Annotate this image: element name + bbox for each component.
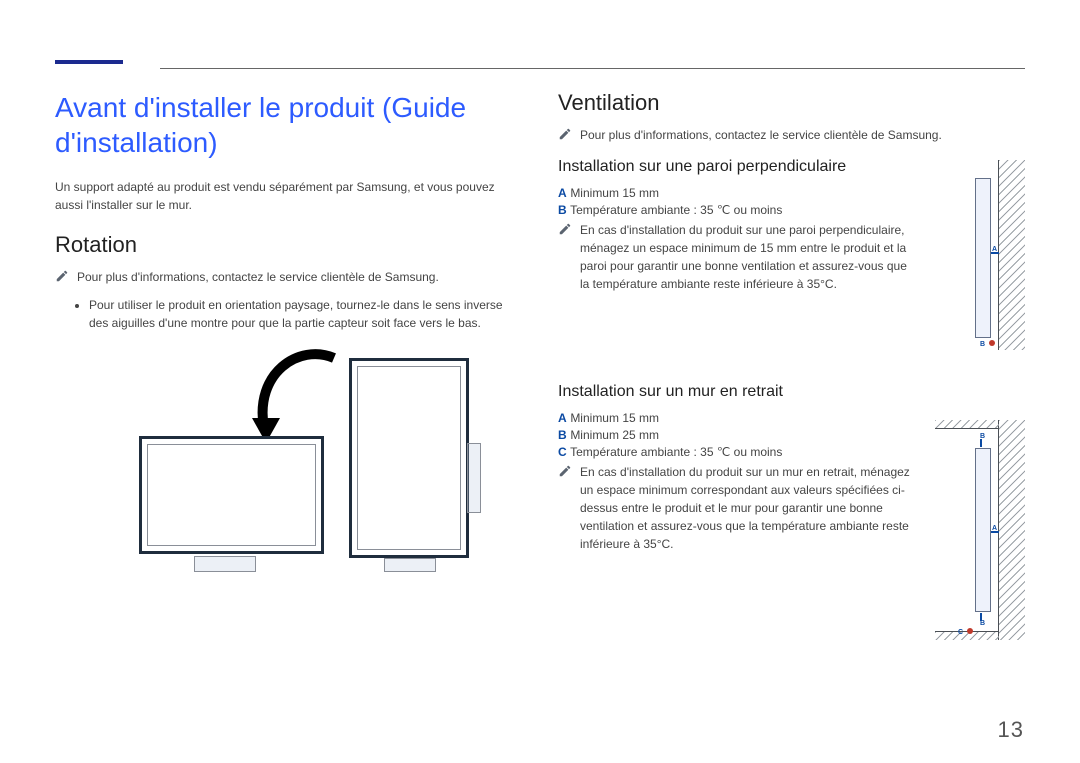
retrait-c-key: C	[558, 445, 567, 459]
page-number: 13	[998, 717, 1024, 743]
perp-note: En cas d'installation du produit sur une…	[558, 221, 918, 293]
monitor-landscape	[139, 436, 324, 554]
perp-row-b: B Température ambiante : 35 ℃ ou moins	[558, 203, 918, 217]
arrow-b-top	[980, 439, 982, 447]
stand-portrait-bottom	[384, 558, 436, 572]
vent-diagram-perp: A B	[935, 160, 1025, 350]
stand-landscape	[194, 556, 256, 572]
retrait-note: En cas d'installation du produit sur un …	[558, 463, 918, 553]
perp-a-key: A	[558, 186, 567, 200]
ventilation-note-text: Pour plus d'informations, contactez le s…	[580, 128, 942, 142]
label-b-bot: B	[980, 620, 985, 627]
rotation-illustration	[109, 348, 469, 573]
arrow-a	[991, 252, 999, 254]
wall-hatch	[998, 160, 1025, 350]
perp-note-text: En cas d'installation du produit sur une…	[580, 223, 907, 291]
retrait-note-text: En cas d'installation du produit sur un …	[580, 465, 910, 551]
left-column: Avant d'installer le produit (Guide d'in…	[55, 90, 540, 728]
perp-b-key: B	[558, 203, 567, 217]
product-plate	[975, 448, 991, 612]
label-b: B	[980, 341, 985, 348]
ventilation-note: Pour plus d'informations, contactez le s…	[558, 126, 1025, 144]
pencil-icon	[558, 464, 572, 478]
rotate-arrow-icon	[244, 348, 354, 443]
retrait-b-val: Minimum 25 mm	[570, 428, 659, 442]
wall-hatch	[998, 420, 1025, 640]
retrait-row-a: A Minimum 15 mm	[558, 411, 918, 425]
arrow-b-bot	[980, 613, 982, 621]
horizontal-rule	[160, 68, 1025, 69]
retrait-b-key: B	[558, 428, 567, 442]
rotation-heading: Rotation	[55, 232, 522, 258]
ceiling-hatch	[935, 420, 999, 429]
page-content: Avant d'installer le produit (Guide d'in…	[55, 90, 1025, 728]
product-plate	[975, 178, 991, 338]
retrait-a-val: Minimum 15 mm	[570, 411, 659, 425]
right-column: Ventilation Pour plus d'informations, co…	[540, 90, 1025, 728]
label-c: C	[958, 629, 963, 636]
retrait-c-val: Température ambiante : 35 ℃ ou moins	[570, 445, 782, 459]
intro-text: Un support adapté au produit est vendu s…	[55, 178, 522, 214]
accent-bar	[55, 60, 123, 64]
ventilation-heading: Ventilation	[558, 90, 1025, 116]
rotation-bullets: Pour utiliser le produit en orientation …	[55, 296, 522, 332]
retrait-row-c: C Température ambiante : 35 ℃ ou moins	[558, 445, 918, 459]
stand-portrait-side	[467, 443, 481, 513]
page-title: Avant d'installer le produit (Guide d'in…	[55, 90, 522, 160]
rotation-note-text: Pour plus d'informations, contactez le s…	[77, 270, 439, 284]
retrait-a-key: A	[558, 411, 567, 425]
perp-b-val: Température ambiante : 35 ℃ ou moins	[570, 203, 782, 217]
rotation-bullet: Pour utiliser le produit en orientation …	[89, 296, 522, 332]
perp-row-a: A Minimum 15 mm	[558, 186, 918, 200]
monitor-portrait	[349, 358, 469, 558]
rotation-note: Pour plus d'informations, contactez le s…	[55, 268, 522, 286]
pencil-icon	[558, 127, 572, 141]
perp-a-val: Minimum 15 mm	[570, 186, 659, 200]
pencil-icon	[558, 222, 572, 236]
retrait-row-b: B Minimum 25 mm	[558, 428, 918, 442]
vent-diagram-retrait: B A B C	[935, 420, 1025, 640]
temp-dot-b	[989, 340, 995, 346]
arrow-a	[991, 531, 999, 533]
pencil-icon	[55, 269, 69, 283]
temp-dot-c	[967, 628, 973, 634]
retrait-heading: Installation sur un mur en retrait	[558, 383, 1025, 401]
